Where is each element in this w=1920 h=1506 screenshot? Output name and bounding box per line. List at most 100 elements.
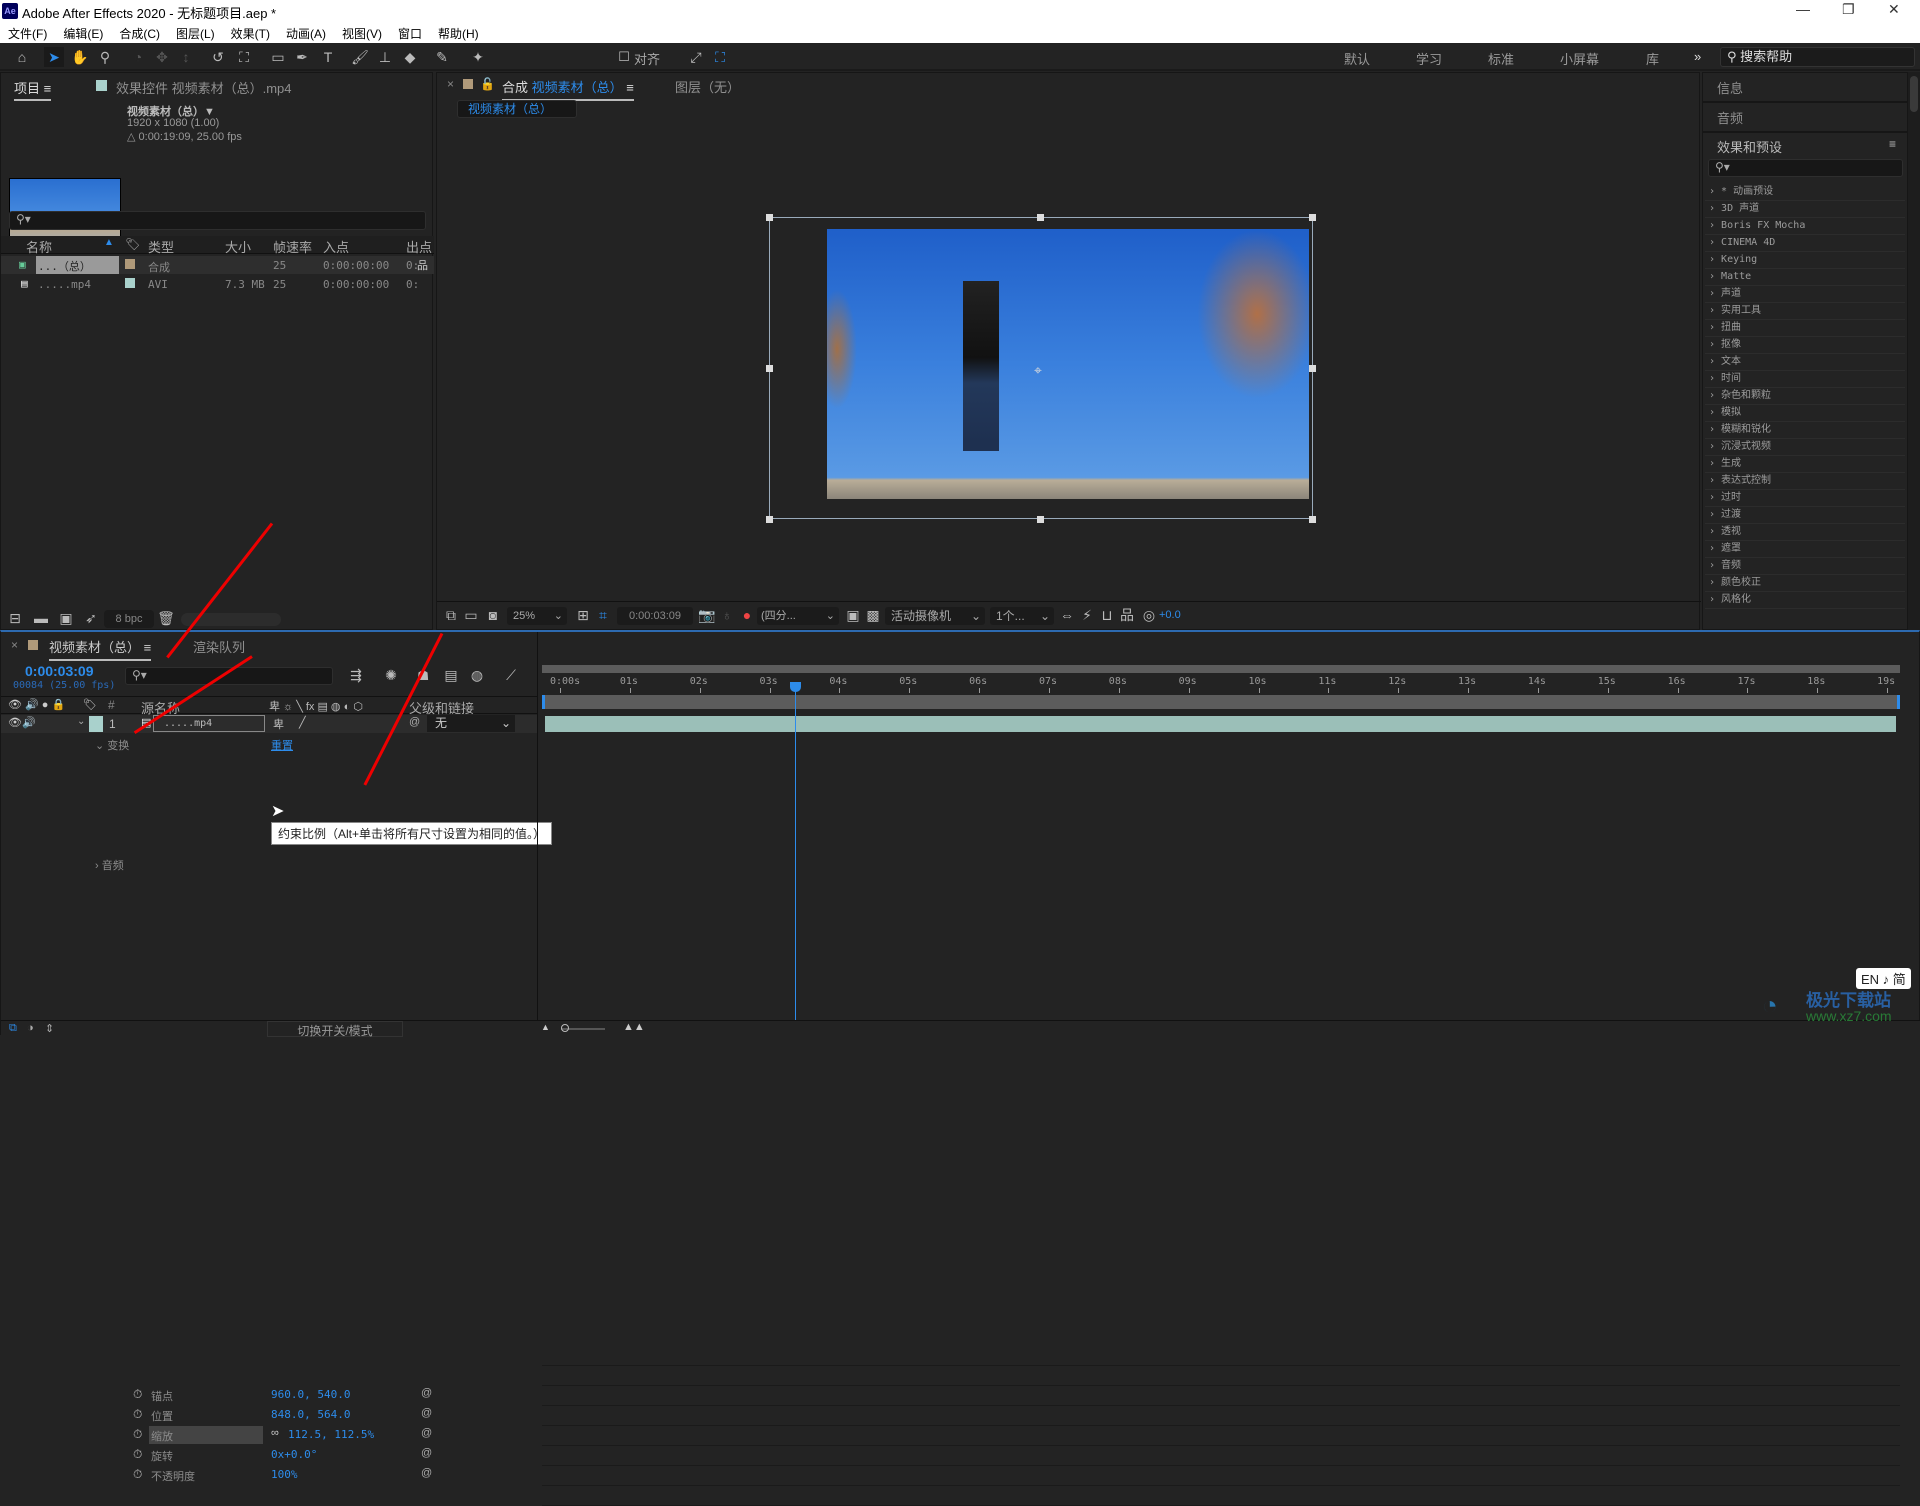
draft-3d-icon[interactable]: ✺ [381, 665, 401, 685]
effects-category-item[interactable]: › 透视 [1705, 524, 1905, 541]
row-label-color[interactable] [125, 259, 135, 269]
safe-margins-icon[interactable]: ⊞ [573, 605, 593, 625]
roto-tool-icon[interactable]: ✎ [432, 47, 452, 67]
monitor-icon[interactable]: ▭ [461, 605, 481, 625]
project-search-input[interactable]: ⚲▾ [9, 211, 426, 230]
text-tool-icon[interactable]: T [318, 47, 338, 67]
comp-mini-flowchart-icon[interactable]: ⇶ [346, 665, 366, 685]
current-time[interactable]: 0:00:03:09 [25, 663, 94, 679]
flowchart-icon[interactable]: 品 [1117, 605, 1137, 625]
layer-row[interactable]: 👁 🔊 ⌄ 1 ▤ .....mp4 卑 ╱ @ 无⌄ [1, 715, 537, 733]
transform-group[interactable]: ⌄ 变换 [95, 737, 129, 753]
timeline-icon[interactable]: ⊔ [1097, 605, 1117, 625]
effects-category-item[interactable]: › 时间 [1705, 371, 1905, 388]
panel-menu-icon[interactable]: ≡ [1889, 137, 1896, 151]
property-value[interactable]: 100% [271, 1468, 298, 1481]
new-folder-icon[interactable]: ▬ [31, 608, 51, 628]
row-label-color[interactable] [125, 278, 135, 288]
effects-category-item[interactable]: › Matte [1705, 269, 1905, 286]
stopwatch-icon[interactable]: ⏱ [133, 1427, 142, 1442]
work-area-bar[interactable] [542, 665, 1900, 673]
effects-category-item[interactable]: › Boris FX Mocha [1705, 218, 1905, 235]
constrain-link-icon[interactable]: ∞ [271, 1427, 279, 1439]
transform-handle[interactable] [1309, 214, 1316, 221]
stopwatch-icon[interactable]: ⏱ [133, 1467, 142, 1482]
interpret-footage-icon[interactable]: ⊟ [5, 608, 25, 628]
transfer-controls-icon[interactable]: ◑ [27, 1022, 34, 1034]
expression-pickwhip-icon[interactable]: @ [421, 1407, 432, 1419]
audio-group[interactable]: › 音频 [95, 857, 124, 873]
region-of-interest-icon[interactable]: ⌗ [593, 605, 613, 625]
flowchart-icon[interactable]: 品 [417, 257, 428, 273]
expression-pickwhip-icon[interactable]: @ [421, 1467, 432, 1479]
effects-category-item[interactable]: › 遮罩 [1705, 541, 1905, 558]
more-workspaces-icon[interactable]: » [1694, 49, 1701, 64]
effects-category-item[interactable]: › 扭曲 [1705, 320, 1905, 337]
home-icon[interactable]: ⌂ [12, 47, 32, 67]
puppet-tool-icon[interactable]: ✦ [468, 47, 488, 67]
menu-help[interactable]: 帮助(H) [430, 22, 487, 43]
property-name[interactable]: 缩放 [149, 1426, 263, 1444]
orbit-tool-icon[interactable]: ◔ [128, 47, 148, 67]
row-name[interactable]: .....mp4 [38, 278, 91, 291]
work-area-range[interactable] [542, 695, 1900, 709]
sort-asc-icon[interactable]: ▲ [104, 237, 114, 248]
workspace-library[interactable]: 库 [1646, 49, 1659, 68]
project-row[interactable]: ▤ .....mp4 AVI 7.3 MB 25 0:00:00:00 0: [1, 275, 434, 293]
rotate-tool-icon[interactable]: ↺ [208, 47, 228, 67]
workspace-small-screen[interactable]: 小屏幕 [1560, 49, 1599, 68]
property-name[interactable]: 位置 [149, 1406, 263, 1424]
property-value[interactable]: 960.0, 540.0 [271, 1388, 350, 1401]
time-ruler[interactable]: 0:00s 01s 02s 03s 04s 05s 06s 07s 08s 09s 10s 11s 12… [542, 673, 1900, 695]
camera-dropdown[interactable]: 活动摄像机 ⌄ [885, 607, 985, 625]
selection-tool-icon[interactable]: ➤ [44, 47, 64, 67]
row-name[interactable]: ...（总） [36, 256, 119, 274]
pickwhip-icon[interactable]: @ [409, 716, 420, 728]
menu-file[interactable]: 文件(F) [0, 22, 55, 43]
menu-edit[interactable]: 编辑(E) [55, 22, 111, 43]
eraser-tool-icon[interactable]: ◆ [400, 47, 420, 67]
reset-link[interactable]: 重置 [271, 737, 293, 753]
zoom-slider-thumb[interactable] [561, 1024, 569, 1032]
project-row[interactable]: ▣ ...（总） 合成 25 0:00:00:00 0: 品 [1, 256, 434, 274]
views-dropdown[interactable]: 1个... ⌄ [990, 607, 1054, 625]
col-size[interactable]: 大小 [225, 237, 251, 256]
col-name[interactable]: 名称 [26, 237, 52, 256]
workspace-learn[interactable]: 学习 [1416, 49, 1442, 68]
menu-view[interactable]: 视图(V) [334, 22, 390, 43]
close-tab-icon[interactable]: × [447, 77, 454, 91]
tab-effect-controls[interactable]: 效果控件 视频素材（总）.mp4 [116, 78, 292, 97]
effects-category-item[interactable]: › 生成 [1705, 456, 1905, 473]
effects-category-item[interactable]: › 沉浸式视频 [1705, 439, 1905, 456]
brush-tool-icon[interactable]: 🖌 [350, 47, 370, 67]
expression-pickwhip-icon[interactable]: @ [421, 1387, 432, 1399]
trash-icon[interactable]: 🗑 [156, 608, 176, 628]
property-value[interactable]: 112.5, 112.5% [288, 1428, 374, 1441]
tab-project[interactable]: 项目 ≡ [14, 78, 52, 101]
transparency-grid-icon[interactable]: ▩ [863, 605, 883, 625]
playhead-handle[interactable] [789, 682, 801, 692]
in-out-icon[interactable]: ⇕ [45, 1022, 54, 1035]
transform-handle[interactable] [1037, 214, 1044, 221]
layer-switches-icon[interactable]: ⧉ [9, 1022, 17, 1035]
effects-category-item[interactable]: › 模拟 [1705, 405, 1905, 422]
info-panel[interactable]: 信息 [1702, 72, 1908, 102]
menu-animation[interactable]: 动画(A) [278, 22, 334, 43]
comp-breadcrumb[interactable]: 视频素材（总） [457, 100, 577, 118]
expression-pickwhip-icon[interactable]: @ [421, 1427, 432, 1439]
scrollbar-thumb[interactable] [1910, 76, 1918, 112]
visibility-icon[interactable]: 👁 [8, 716, 22, 729]
pen-tool-icon[interactable]: ✒ [292, 47, 312, 67]
tab-composition[interactable]: 合成 视频素材（总） ≡ [502, 77, 634, 101]
workspace-standard[interactable]: 标准 [1488, 49, 1514, 68]
exposure-reset-icon[interactable]: ◎ [1139, 605, 1159, 625]
zoom-in-icon[interactable]: ▲▲ [623, 1021, 645, 1033]
quality-switch[interactable]: ╱ [299, 716, 306, 729]
anchor-tool-icon[interactable]: ⛶ [234, 47, 254, 67]
tab-layer[interactable]: 图层（无） [675, 77, 740, 96]
zoom-out-icon[interactable]: ▲ [541, 1022, 550, 1032]
transform-handle[interactable] [766, 365, 773, 372]
parent-dropdown[interactable]: 无 ⌄ [427, 715, 515, 732]
dolly-tool-icon[interactable]: ↕ [176, 47, 196, 67]
col-out[interactable]: 出点 [406, 237, 432, 256]
